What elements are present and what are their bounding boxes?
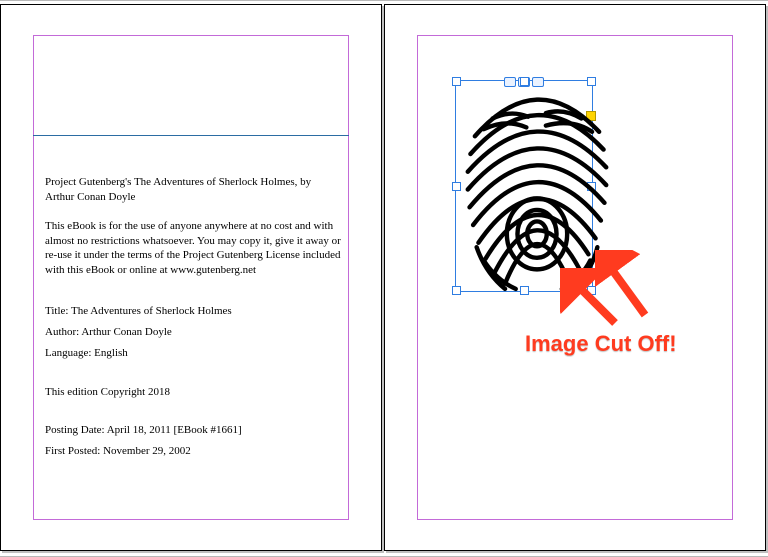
- ruler-edge-top: [0, 0, 768, 1]
- first-posted-line: First Posted: November 29, 2002: [45, 444, 341, 459]
- fingerprint-image[interactable]: [457, 83, 617, 296]
- arrow-annotation-2: [595, 250, 655, 320]
- license-paragraph: This eBook is for the use of anyone anyw…: [45, 219, 341, 278]
- edition-line: This edition Copyright 2018: [45, 385, 341, 400]
- callout-label: Image Cut Off!: [525, 333, 677, 355]
- intro-line: Project Gutenberg's The Adventures of Sh…: [45, 175, 341, 205]
- language-line: Language: English: [45, 346, 341, 361]
- author-line: Author: Arthur Conan Doyle: [45, 325, 341, 340]
- page-left[interactable]: Project Gutenberg's The Adventures of Sh…: [0, 4, 382, 551]
- copyright-text-frame[interactable]: Project Gutenberg's The Adventures of Sh…: [45, 175, 341, 459]
- horizontal-rule: [33, 135, 349, 136]
- document-spread: Project Gutenberg's The Adventures of Sh…: [0, 0, 768, 557]
- posting-line: Posting Date: April 18, 2011 [EBook #166…: [45, 423, 341, 438]
- page-right[interactable]: Image Cut Off!: [384, 4, 766, 551]
- title-line: Title: The Adventures of Sherlock Holmes: [45, 304, 341, 319]
